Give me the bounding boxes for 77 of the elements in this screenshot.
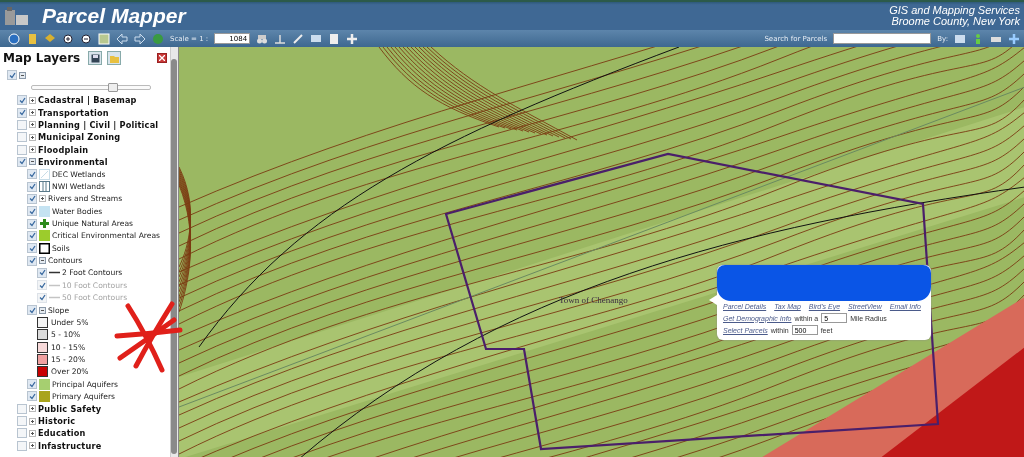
place-label: Town of Chenango: [559, 295, 628, 305]
minus-icon[interactable]: [29, 158, 36, 166]
help-icon[interactable]: [8, 32, 20, 45]
panel-title: Map Layers: [3, 51, 81, 65]
checkbox[interactable]: [27, 206, 37, 217]
checkbox[interactable]: [17, 107, 27, 118]
plus-icon[interactable]: [29, 96, 36, 104]
plus-icon[interactable]: [29, 133, 36, 141]
plus-icon[interactable]: [29, 405, 36, 413]
scrollbar[interactable]: [170, 47, 178, 457]
checkmark-icon: [8, 71, 16, 79]
checkbox[interactable]: [27, 379, 37, 390]
opacity-slider[interactable]: [31, 85, 151, 90]
notepad-icon[interactable]: [26, 32, 38, 45]
checkbox[interactable]: [37, 268, 47, 278]
checkbox[interactable]: [17, 156, 27, 167]
plus-icon[interactable]: [29, 121, 36, 129]
organization-text: Broome County, New York: [890, 16, 1020, 27]
checkbox[interactable]: [27, 218, 37, 229]
pointer-icon: [709, 295, 717, 305]
checkbox[interactable]: [27, 305, 37, 315]
checkbox[interactable]: [17, 132, 27, 143]
layer-label[interactable]: Public Safety: [38, 403, 102, 414]
layer-label[interactable]: Floodplain: [38, 144, 89, 155]
checkbox[interactable]: [27, 255, 37, 266]
plus-icon[interactable]: [29, 442, 36, 450]
parcel-boundary[interactable]: [444, 152, 940, 451]
checkbox[interactable]: [27, 230, 37, 241]
monitor-icon[interactable]: [310, 32, 323, 45]
move-icon[interactable]: [346, 32, 359, 45]
checkbox[interactable]: [27, 193, 37, 204]
left-arrow-icon[interactable]: [116, 32, 128, 45]
save-button[interactable]: [88, 51, 103, 65]
checkbox[interactable]: [27, 391, 37, 402]
checkbox[interactable]: [27, 181, 37, 192]
building-icon: [4, 6, 30, 26]
checkbox[interactable]: [17, 440, 27, 451]
layer-label[interactable]: Infastructure: [38, 440, 102, 451]
layer-label[interactable]: Municipal Zoning: [38, 132, 121, 143]
right-arrow-icon[interactable]: [134, 32, 146, 45]
scrollbar-thumb[interactable]: [171, 59, 177, 454]
document-icon[interactable]: [328, 32, 341, 45]
checkbox[interactable]: [17, 403, 27, 414]
organization-text: GIS and Mapping Services: [889, 5, 1020, 16]
map-icon[interactable]: [954, 32, 966, 45]
layer-label[interactable]: Transportation: [38, 107, 109, 118]
app-title: Parcel Mapper: [42, 4, 186, 28]
plus-icon[interactable]: [29, 109, 36, 116]
plus-icon[interactable]: [29, 429, 36, 437]
checkbox[interactable]: [7, 70, 17, 80]
ruler-icon[interactable]: [274, 32, 287, 45]
layer-label[interactable]: Education: [38, 428, 86, 439]
layer-label[interactable]: Historic: [38, 416, 76, 427]
checkbox[interactable]: [17, 416, 27, 427]
close-button[interactable]: [157, 53, 167, 63]
minus-icon[interactable]: [39, 257, 46, 265]
checkbox[interactable]: [17, 428, 27, 439]
checkbox[interactable]: [27, 243, 37, 254]
zoom-out-icon[interactable]: [80, 32, 92, 45]
plus-icon[interactable]: [29, 146, 36, 154]
checkbox[interactable]: [17, 144, 27, 155]
plus-icon[interactable]: [39, 195, 46, 203]
layer-label[interactable]: Cadastral | Basemap: [38, 95, 137, 106]
minus-icon[interactable]: [19, 71, 26, 79]
layer-label[interactable]: Planning | Civil | Political: [38, 119, 159, 130]
map-icon[interactable]: [98, 32, 110, 45]
minus-icon[interactable]: [39, 306, 46, 314]
slider-thumb[interactable]: [108, 83, 119, 92]
zoom-in-icon[interactable]: [62, 32, 74, 45]
search-field[interactable]: [833, 33, 932, 44]
plus-icon[interactable]: [29, 417, 36, 425]
layer-label[interactable]: Environmental: [38, 156, 108, 167]
pencil-icon[interactable]: [292, 32, 305, 45]
checkbox[interactable]: [17, 119, 27, 130]
checkbox[interactable]: [17, 95, 27, 106]
checkbox[interactable]: [27, 169, 37, 180]
binoculars-icon[interactable]: [256, 32, 269, 45]
